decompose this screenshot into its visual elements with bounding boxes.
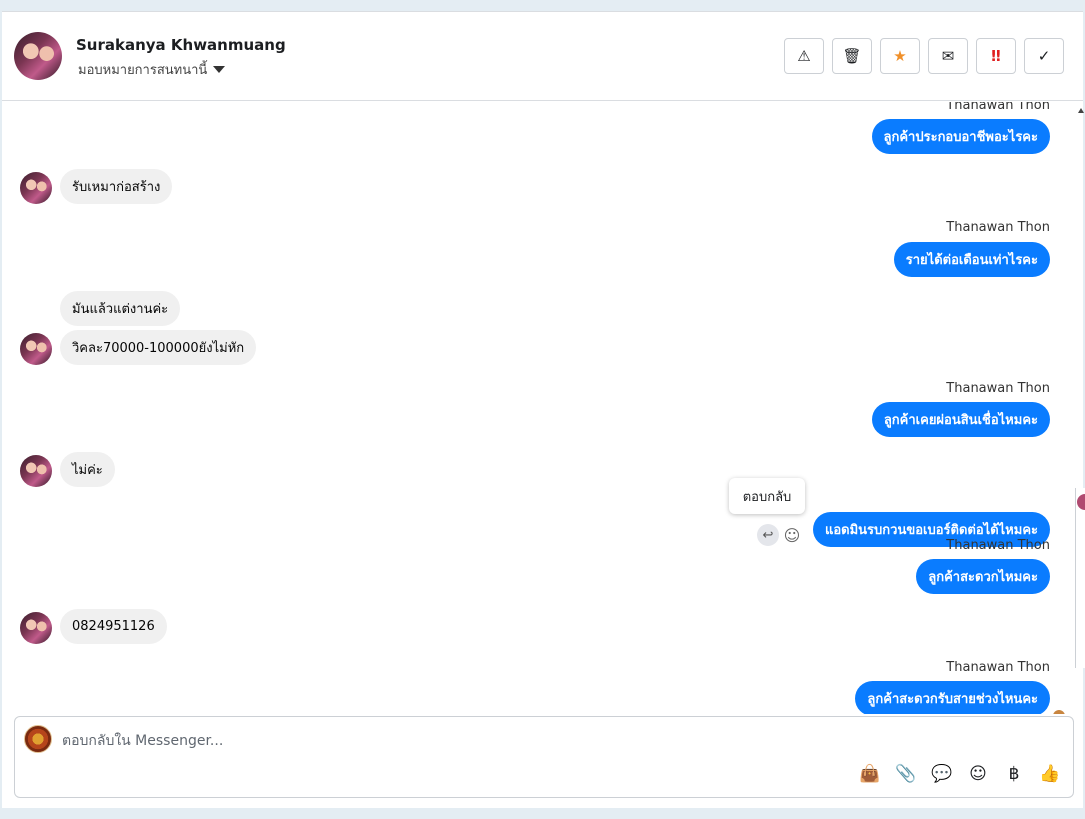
message-bubble-outgoing[interactable]: ลูกค้าเคยผ่อนสินเชื่อไหมคะ xyxy=(871,402,1050,437)
chat-bubble-icon[interactable]: 💬 xyxy=(929,761,955,787)
contact-name[interactable]: Surakanya Khwanmuang xyxy=(76,36,286,54)
message-bubble-outgoing[interactable]: ลูกค้าประกอบอาชีพอะไรคะ xyxy=(871,119,1050,154)
message-bubble-incoming[interactable]: 0824951126 xyxy=(60,609,167,644)
sender-name: Thanawan Thon xyxy=(946,381,1050,396)
conversation-toolbar: ⚠ 🗑 ★ ✉ ‼ ✓ xyxy=(784,38,1064,74)
conversation-header: Surakanya Khwanmuang มอบหมายการสนทนานี้ … xyxy=(2,12,1083,101)
composer-tools: 👜 📎 💬 ☺ ฿ 👍 xyxy=(857,761,1063,787)
mail-icon[interactable]: ✉ xyxy=(928,38,968,74)
page-avatar xyxy=(24,725,52,753)
urgent-icon[interactable]: ‼ xyxy=(976,38,1016,74)
reply-composer: 👜 📎 💬 ☺ ฿ 👍 xyxy=(14,716,1074,798)
check-icon[interactable]: ✓ xyxy=(1024,38,1064,74)
contact-avatar-small[interactable] xyxy=(20,612,52,644)
scroll-up-icon[interactable] xyxy=(1078,108,1084,113)
emoji-icon[interactable]: ☺ xyxy=(965,761,991,787)
message-bubble-incoming[interactable]: มันแล้วแต่งานค่ะ xyxy=(60,291,181,326)
reply-input[interactable] xyxy=(62,730,962,752)
contact-avatar-small[interactable] xyxy=(20,172,52,204)
sender-name: Thanawan Thon xyxy=(946,102,1050,113)
assign-conversation-dropdown[interactable]: มอบหมายการสนทนานี้ xyxy=(78,59,226,80)
message-bubble-outgoing[interactable]: รายได้ต่อเดือนเท่าไรคะ xyxy=(893,242,1050,277)
seen-indicator-icon xyxy=(1053,710,1065,714)
caret-down-icon xyxy=(213,66,226,73)
message-thread: Thanawan Thon ลูกค้าประกอบอาชีพอะไรคะ รั… xyxy=(2,102,1083,714)
sender-name: Thanawan Thon xyxy=(946,220,1050,235)
message-bubble-incoming[interactable]: วิคละ70000-100000ยังไม่หัก xyxy=(60,330,257,365)
reply-icon[interactable]: ↩ xyxy=(757,524,779,546)
message-bubble-incoming[interactable]: รับเหมาก่อสร้าง xyxy=(60,169,173,204)
message-bubble-incoming[interactable]: ไม่ค่ะ xyxy=(60,452,115,487)
react-emoji-icon[interactable]: ☺ xyxy=(781,524,803,546)
star-icon[interactable]: ★ xyxy=(880,38,920,74)
baht-icon[interactable]: ฿ xyxy=(1001,761,1027,787)
contact-avatar-small[interactable] xyxy=(20,333,52,365)
warning-icon[interactable]: ⚠ xyxy=(784,38,824,74)
trash-icon[interactable]: 🗑 xyxy=(832,38,872,74)
contact-avatar[interactable] xyxy=(14,32,62,80)
reply-tooltip: ตอบกลับ xyxy=(729,478,805,514)
contact-avatar-small[interactable] xyxy=(20,455,52,487)
bag-icon[interactable]: 👜 xyxy=(857,761,883,787)
conversation-panel: Surakanya Khwanmuang มอบหมายการสนทนานี้ … xyxy=(2,11,1083,808)
assign-label: มอบหมายการสนทนานี้ xyxy=(78,63,208,78)
sender-name: Thanawan Thon xyxy=(946,660,1050,675)
message-bubble-outgoing[interactable]: ลูกค้าสะดวกรับสายช่วงไหนคะ xyxy=(855,681,1050,714)
side-panel-edge xyxy=(1075,488,1085,668)
message-bubble-outgoing[interactable]: ลูกค้าสะดวกไหมคะ xyxy=(916,559,1050,594)
thumbs-up-icon[interactable]: 👍 xyxy=(1037,761,1063,787)
sender-name: Thanawan Thon xyxy=(946,538,1050,553)
paperclip-icon[interactable]: 📎 xyxy=(893,761,919,787)
